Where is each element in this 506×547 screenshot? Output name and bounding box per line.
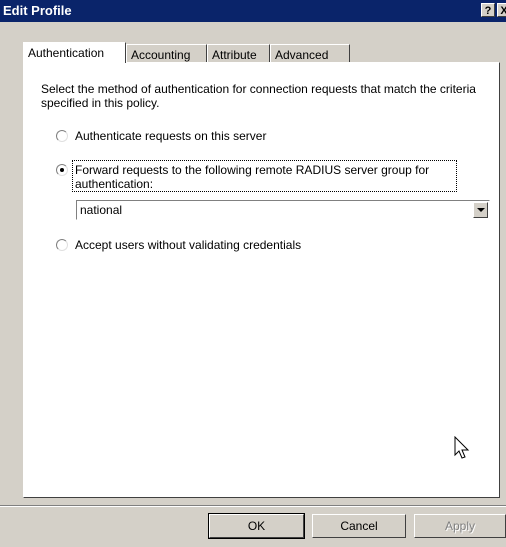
apply-button[interactable]: Apply xyxy=(414,514,506,538)
window-title: Edit Profile xyxy=(3,3,72,18)
help-button[interactable]: ? xyxy=(481,3,495,17)
radio-selected-dot xyxy=(60,168,64,172)
footer-separator-highlight xyxy=(0,506,506,507)
cancel-button[interactable]: Cancel xyxy=(312,514,406,538)
ok-button[interactable]: OK xyxy=(208,513,305,539)
policy-description: Select the method of authentication for … xyxy=(41,82,476,110)
authentication-panel: Select the method of authentication for … xyxy=(23,62,500,498)
title-bar: Edit Profile ? X xyxy=(0,0,506,22)
accept-unvalidated-label[interactable]: Accept users without validating credenti… xyxy=(75,238,301,252)
authenticate-local-radio[interactable] xyxy=(56,130,68,142)
forward-requests-radio[interactable] xyxy=(56,164,68,176)
server-group-value: national xyxy=(80,203,123,217)
dropdown-arrow-icon[interactable] xyxy=(473,202,488,218)
mouse-pointer-icon xyxy=(454,436,470,459)
forward-requests-label[interactable]: Forward requests to the following remote… xyxy=(75,163,455,191)
server-group-dropdown[interactable]: national xyxy=(76,200,490,220)
authenticate-local-label[interactable]: Authenticate requests on this server xyxy=(75,129,266,143)
accept-unvalidated-radio[interactable] xyxy=(56,239,68,251)
tab-authentication[interactable]: Authentication xyxy=(23,42,126,63)
close-button[interactable]: X xyxy=(497,3,506,17)
